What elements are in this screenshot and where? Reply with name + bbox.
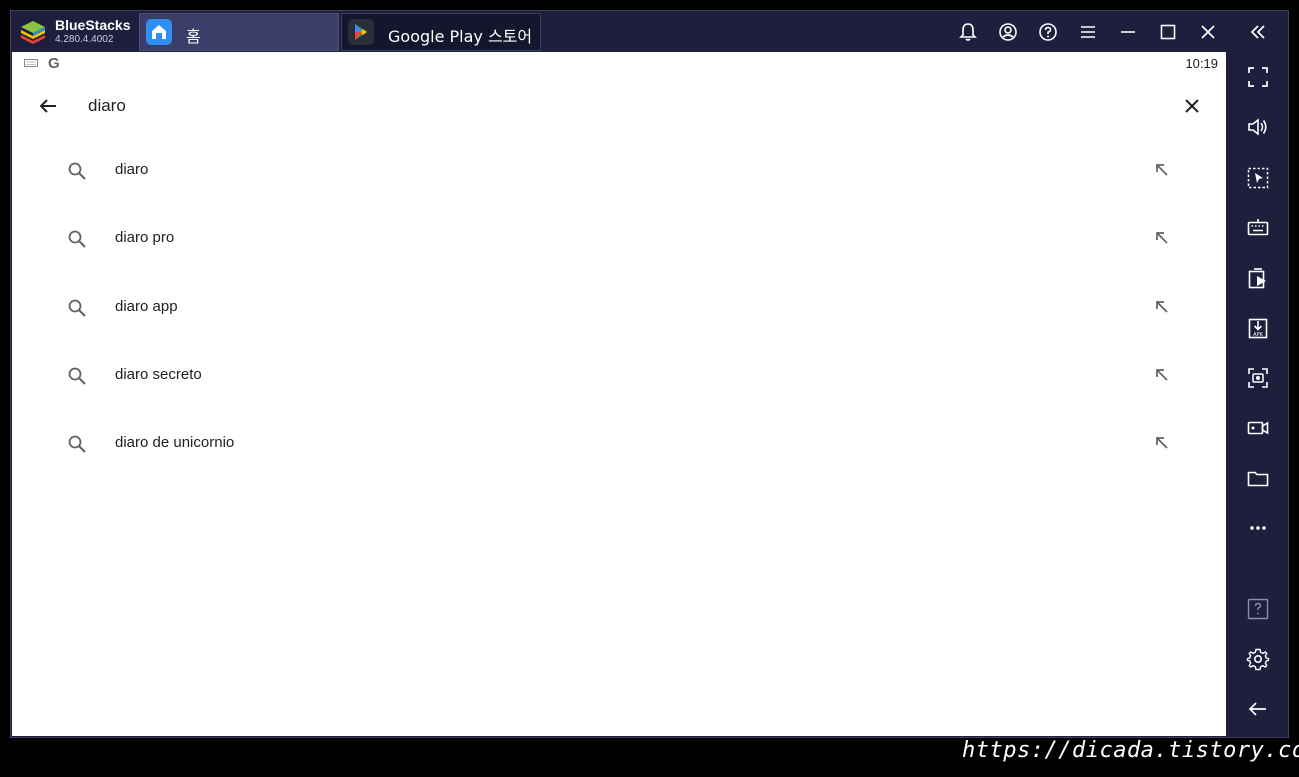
multi-instance-icon[interactable] xyxy=(1245,265,1271,291)
suggestion-item[interactable]: diaro pro xyxy=(12,206,1226,274)
minimize-icon[interactable] xyxy=(1117,21,1139,43)
menu-icon[interactable] xyxy=(1077,21,1099,43)
home-icon xyxy=(146,19,172,45)
suggestion-item[interactable]: diaro secreto xyxy=(12,343,1226,411)
more-icon[interactable] xyxy=(1245,515,1271,541)
suggestion-item[interactable]: diaro de unicornio xyxy=(12,411,1226,479)
right-sidebar: APK xyxy=(1227,11,1288,737)
search-back-arrow-icon[interactable] xyxy=(36,94,60,118)
google-play-icon xyxy=(348,19,374,45)
folder-icon[interactable] xyxy=(1245,465,1271,491)
collapse-sidebar-icon[interactable] xyxy=(1245,19,1271,45)
app-version: 4.280.4.4002 xyxy=(55,34,114,45)
tab-google-play[interactable]: Google Play 스토어 xyxy=(341,13,541,51)
fullscreen-icon[interactable] xyxy=(1245,64,1271,90)
search-icon xyxy=(68,162,86,180)
status-time: 10:19 xyxy=(1185,56,1218,71)
suggestion-text: diaro app xyxy=(115,297,178,315)
search-icon xyxy=(68,367,86,385)
bell-icon[interactable] xyxy=(957,21,979,43)
clear-search-icon[interactable] xyxy=(1180,94,1204,118)
fill-query-arrow-icon[interactable] xyxy=(1152,365,1172,385)
suggestion-item[interactable]: diaro xyxy=(12,138,1226,206)
volume-icon[interactable] xyxy=(1245,114,1271,140)
bluestacks-logo-icon xyxy=(21,21,45,44)
screenshot-icon[interactable] xyxy=(1245,365,1271,391)
account-icon[interactable] xyxy=(997,21,1019,43)
maximize-icon[interactable] xyxy=(1157,21,1179,43)
keyboard-status-icon xyxy=(24,59,38,67)
close-icon[interactable] xyxy=(1197,21,1219,43)
search-input[interactable] xyxy=(88,92,988,120)
apk-install-icon[interactable]: APK xyxy=(1245,315,1271,341)
fill-query-arrow-icon[interactable] xyxy=(1152,433,1172,453)
suggestion-text: diaro xyxy=(115,161,149,178)
suggestion-text: diaro de unicornio xyxy=(115,434,235,452)
google-status-icon: G xyxy=(48,55,60,72)
help-icon[interactable] xyxy=(1037,21,1059,43)
tab-home-label: 홈 xyxy=(186,27,201,46)
brand: BlueStacks 4.280.4.4002 xyxy=(19,16,139,48)
svg-text:APK: APK xyxy=(1253,332,1263,338)
pointer-select-icon[interactable] xyxy=(1245,165,1271,191)
back-icon[interactable] xyxy=(1245,696,1271,722)
suggestion-text: diaro pro xyxy=(115,229,175,247)
suggestion-item[interactable]: diaro app xyxy=(12,275,1226,343)
keyboard-icon[interactable] xyxy=(1245,215,1271,241)
settings-icon[interactable] xyxy=(1245,646,1271,672)
bluestacks-window: BlueStacks 4.280.4.4002 홈 Google Play 스토… xyxy=(10,10,1289,738)
fill-query-arrow-icon[interactable] xyxy=(1152,297,1172,317)
tab-home[interactable]: 홈 xyxy=(139,13,339,51)
fill-query-arrow-icon[interactable] xyxy=(1152,228,1172,248)
search-icon xyxy=(68,299,86,317)
watermark: https://dicada.tistory.com xyxy=(962,738,1299,763)
android-screen: G 10:19 diaro diaro pro diaro app diaro sec… xyxy=(12,52,1226,736)
help-icon[interactable] xyxy=(1245,596,1271,622)
app-name: BlueStacks xyxy=(55,17,131,33)
tab-google-play-label: Google Play 스토어 xyxy=(388,27,533,46)
search-icon xyxy=(68,230,86,249)
record-icon[interactable] xyxy=(1245,415,1271,441)
fill-query-arrow-icon[interactable] xyxy=(1152,160,1172,180)
search-icon xyxy=(68,435,86,453)
suggestion-text: diaro secreto xyxy=(115,365,202,383)
title-bar: BlueStacks 4.280.4.4002 홈 Google Play 스토… xyxy=(11,11,1239,52)
